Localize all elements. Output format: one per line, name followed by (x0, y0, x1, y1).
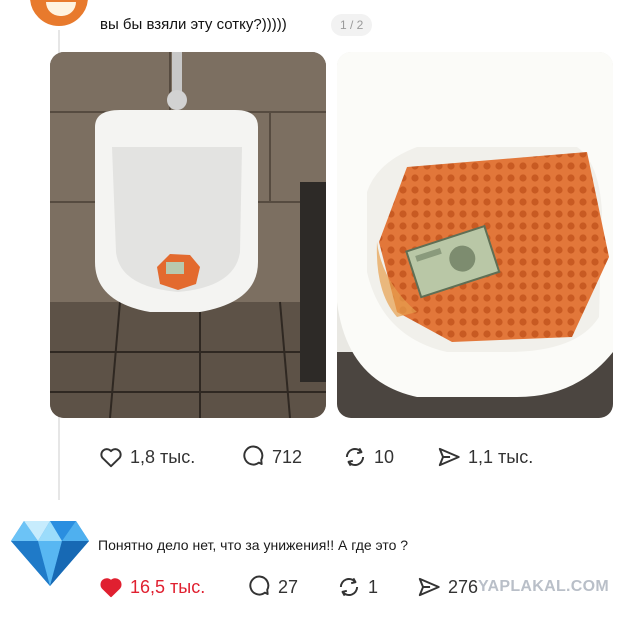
comment-actions: 16,5 тыс. 27 1 276 (98, 574, 478, 600)
comment-reply-count: 27 (278, 576, 299, 597)
like-button[interactable]: 1,8 тыс. (98, 444, 240, 470)
share-button[interactable]: 1,1 тыс. (436, 444, 533, 470)
repost-button[interactable]: 10 (342, 444, 436, 470)
comment-icon (249, 575, 270, 596)
heart-icon (100, 448, 122, 468)
post-image-2[interactable] (337, 52, 613, 418)
watermark: YAPLAKAL.COM (478, 578, 610, 595)
comment-count: 712 (272, 446, 303, 467)
comment-like-button[interactable]: 16,5 тыс. (98, 574, 246, 600)
page-counter: 1 / 2 (331, 14, 373, 36)
comment-reply-button[interactable]: 27 (246, 574, 336, 600)
urinal-photo (50, 52, 326, 418)
heart-filled-icon (100, 578, 122, 598)
comment-repost-count: 1 (368, 576, 379, 597)
post-image-1[interactable] (50, 52, 326, 418)
comment-share-button[interactable]: 276 (416, 574, 478, 600)
comment-icon (243, 445, 264, 466)
share-count: 1,1 тыс. (468, 446, 534, 467)
send-icon (438, 447, 460, 467)
diamond-avatar-icon[interactable] (10, 519, 90, 587)
comment-repost-button[interactable]: 1 (336, 574, 416, 600)
comment-button[interactable]: 712 (240, 444, 342, 470)
avatar[interactable] (28, 0, 90, 28)
comment-share-count: 276 (448, 576, 479, 597)
send-icon (418, 577, 440, 597)
repost-count: 10 (374, 446, 395, 467)
like-count: 1,8 тыс. (130, 446, 196, 467)
post-actions: 1,8 тыс. 712 10 1,1 тыс. (98, 444, 533, 470)
repost-icon (339, 577, 359, 597)
avatar-smile (46, 2, 76, 16)
closeup-photo (337, 52, 613, 418)
comment-like-count: 16,5 тыс. (130, 576, 206, 597)
post-text: вы бы взяли эту сотку?))))) (100, 16, 287, 33)
repost-icon (345, 447, 365, 467)
comment-text: Понятно дело нет, что за унижения!! А гд… (98, 537, 409, 553)
